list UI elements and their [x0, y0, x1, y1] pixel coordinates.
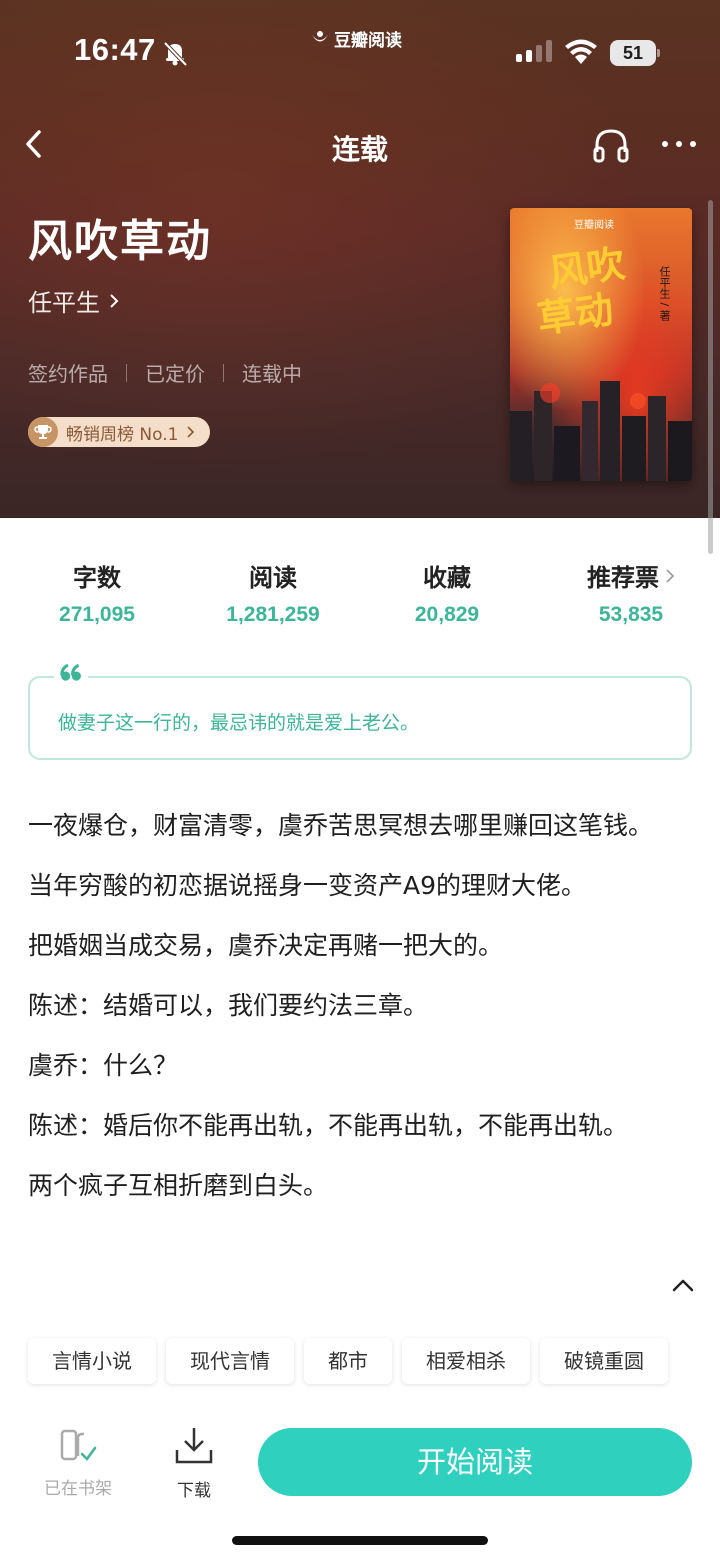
book-description: 一夜爆仓，财富清零，虞乔苦思冥想去哪里赚回这笔钱。 当年穷酸的初恋据说摇身一变资…	[28, 806, 692, 1226]
tag-item[interactable]: 言情小说	[28, 1338, 156, 1384]
app-source-indicator[interactable]: 豆瓣阅读	[310, 26, 402, 51]
nav-bar: 连载	[0, 110, 720, 182]
chevron-right-icon	[187, 426, 195, 438]
scrollbar[interactable]	[708, 200, 713, 554]
meta-status: 连载中	[242, 362, 302, 386]
tag-list: 言情小说 现代言情 都市 相爱相杀 破镜重圆	[28, 1338, 668, 1384]
book-cover[interactable]: 豆瓣阅读 风吹 草动 任平生 / 著	[510, 208, 692, 481]
bookshelf-check-icon	[60, 1429, 97, 1461]
status-time: 16:47	[74, 32, 156, 67]
trophy-icon	[28, 417, 58, 447]
chevron-right-icon	[666, 568, 675, 583]
cover-logo: 豆瓣阅读	[574, 220, 614, 231]
start-reading-button[interactable]: 开始阅读	[258, 1428, 692, 1496]
stat-recommend-votes[interactable]: 推荐票 53,835	[556, 558, 706, 627]
cover-author: 任平生 / 著	[658, 266, 671, 321]
author-name: 任平生	[28, 289, 100, 317]
silent-bell-icon	[163, 41, 188, 67]
book-info: 风吹草动 任平生 签约作品 已定价 连载中 畅销周榜 No.1	[28, 205, 302, 447]
download-label: 下载	[177, 1481, 211, 1501]
cover-city-skyline	[510, 381, 692, 481]
download-button[interactable]: 下载	[164, 1424, 224, 1501]
quote-box: 做妻子这一行的，最忌讳的就是爱上老公。	[28, 676, 692, 760]
book-meta: 签约作品 已定价 连载中	[28, 358, 302, 387]
tag-item[interactable]: 相爱相杀	[402, 1338, 530, 1384]
meta-signed: 签约作品	[28, 362, 108, 386]
wifi-icon	[565, 39, 597, 64]
douban-read-logo-icon	[312, 30, 328, 41]
book-title: 风吹草动	[28, 216, 212, 267]
description-paragraph: 两个疯子互相折磨到白头。	[28, 1171, 329, 1200]
status-bar: 16:47 豆瓣阅读 51	[0, 0, 720, 100]
tag-item[interactable]: 现代言情	[166, 1338, 294, 1384]
stat-word-count: 字数 271,095	[59, 564, 135, 626]
headphones-icon[interactable]	[592, 126, 630, 164]
home-indicator[interactable]	[232, 1536, 488, 1545]
more-options-icon[interactable]	[662, 126, 696, 162]
cover-title: 风吹 草动	[534, 240, 628, 342]
description-paragraph: 陈述：婚后你不能再出轨，不能再出轨，不能再出轨。	[28, 1111, 629, 1140]
stats-row: 字数 271,095 阅读 1,281,259 收藏 20,829 推荐票 53…	[0, 558, 720, 628]
description-paragraph: 一夜爆仓，财富清零，虞乔苦思冥想去哪里赚回这笔钱。	[28, 811, 654, 840]
description-paragraph: 当年穷酸的初恋据说摇身一变资产A9的理财大佬。	[28, 871, 587, 900]
collapse-chevron-up-icon[interactable]	[668, 1270, 698, 1300]
description-paragraph: 把婚姻当成交易，虞乔决定再赌一把大的。	[28, 931, 504, 960]
battery-level: 51	[610, 40, 656, 66]
author-link[interactable]: 任平生	[28, 283, 302, 318]
quote-text: 做妻子这一行的，最忌讳的就是爱上老公。	[58, 712, 420, 734]
stat-reads: 阅读 1,281,259	[226, 564, 320, 626]
rank-badge[interactable]: 畅销周榜 No.1	[28, 417, 211, 447]
chevron-right-icon	[110, 293, 119, 308]
download-icon	[175, 1428, 213, 1464]
app-source-label: 豆瓣阅读	[334, 31, 402, 51]
tag-item[interactable]: 破镜重圆	[540, 1338, 668, 1384]
rank-label: 畅销周榜 No.1	[66, 424, 179, 445]
meta-priced: 已定价	[145, 362, 205, 386]
stat-favorites: 收藏 20,829	[414, 564, 480, 626]
bookshelf-button[interactable]: 已在书架	[38, 1428, 118, 1499]
battery-icon: 51	[610, 40, 660, 66]
cellular-signal-icon	[516, 40, 552, 62]
tag-item[interactable]: 都市	[304, 1338, 392, 1384]
description-paragraph: 陈述：结婚可以，我们要约法三章。	[28, 991, 429, 1020]
quote-mark-icon	[54, 660, 88, 686]
bookshelf-label: 已在书架	[44, 1479, 112, 1499]
description-paragraph: 虞乔：什么？	[28, 1051, 179, 1080]
